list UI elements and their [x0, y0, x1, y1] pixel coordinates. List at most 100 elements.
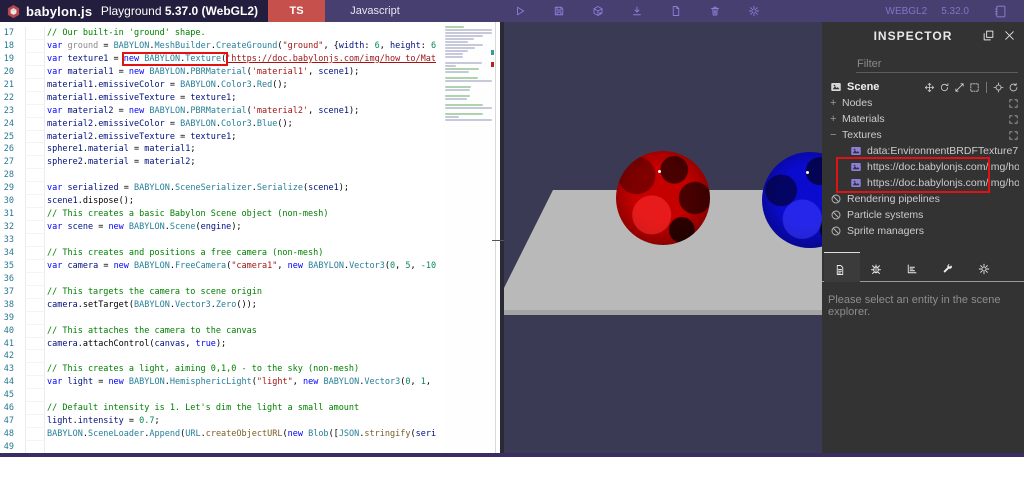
- bounds-icon[interactable]: [969, 82, 980, 93]
- fold-gutter[interactable]: [25, 91, 45, 105]
- tree-item-texture[interactable]: data:EnvironmentBRDFTexture7: [822, 143, 1024, 159]
- fold-gutter[interactable]: [25, 311, 45, 325]
- collapse-toggle-icon[interactable]: −: [830, 129, 842, 141]
- code-lines[interactable]: 17 // Our built-in 'ground' shape. 18 var g…: [0, 27, 443, 453]
- fold-gutter[interactable]: [25, 402, 45, 416]
- new-file-button[interactable]: [669, 2, 687, 20]
- scale-icon[interactable]: [954, 82, 965, 93]
- tree-item-particle-systems[interactable]: Particle systems: [822, 207, 1024, 223]
- editor-minimap[interactable]: [443, 22, 496, 453]
- fold-gutter[interactable]: [25, 221, 45, 234]
- filter-input[interactable]: [856, 56, 1018, 73]
- tree-group-materials[interactable]: + Materials: [822, 111, 1024, 127]
- code-line[interactable]: 17 // Our built-in 'ground' shape.: [0, 27, 443, 40]
- code-line[interactable]: 41 camera.attachControl(canvas, true);: [0, 337, 443, 351]
- code-line[interactable]: 18 var ground = BABYLON.MeshBuilder.Creat…: [0, 39, 443, 53]
- fold-gutter[interactable]: [25, 195, 45, 209]
- fold-gutter[interactable]: [25, 78, 45, 92]
- fold-gutter[interactable]: [25, 208, 45, 222]
- code-line[interactable]: 36: [0, 272, 443, 286]
- tree-item-rendering-pipelines[interactable]: Rendering pipelines: [822, 191, 1024, 207]
- tree-item-texture[interactable]: https://doc.babylonjs.com/img/ho...: [822, 175, 1024, 191]
- render-canvas[interactable]: [504, 22, 822, 453]
- fold-gutter[interactable]: [25, 259, 45, 273]
- code-line[interactable]: 42: [0, 350, 443, 364]
- fold-gutter[interactable]: [25, 298, 45, 312]
- code-line[interactable]: 29 var serialized = BABYLON.SceneSerializ…: [0, 182, 443, 196]
- code-line[interactable]: 26 sphere1.material = material1;: [0, 143, 443, 157]
- fold-gutter[interactable]: [25, 169, 45, 183]
- code-line[interactable]: 46 // Default intensity is 1. Let's dim t…: [0, 402, 443, 416]
- code-line[interactable]: 21 material1.emissiveColor = BABYLON.Colo…: [0, 78, 443, 92]
- code-line[interactable]: 32 var scene = new BABYLON.Scene(engine);: [0, 221, 443, 234]
- popup-icon[interactable]: [982, 29, 997, 44]
- code-line[interactable]: 45: [0, 389, 443, 403]
- code-line[interactable]: 43 // This creates a light, aiming 0,1,0 …: [0, 363, 443, 377]
- pick-icon[interactable]: [993, 82, 1004, 93]
- book-icon[interactable]: [993, 4, 1008, 19]
- download-button[interactable]: [630, 2, 648, 20]
- fold-gutter[interactable]: [25, 117, 45, 131]
- code-line[interactable]: 22 material1.emissiveTexture = texture1;: [0, 91, 443, 105]
- code-line[interactable]: 27 sphere2.material = material2;: [0, 156, 443, 170]
- tree-item-scene[interactable]: Scene: [822, 79, 1024, 95]
- fold-gutter[interactable]: [25, 104, 45, 118]
- fold-gutter[interactable]: [25, 130, 45, 144]
- code-line[interactable]: 33: [0, 234, 443, 247]
- fold-gutter[interactable]: [25, 65, 45, 79]
- tab-bug[interactable]: [860, 252, 896, 281]
- code-line[interactable]: 34 // This creates and positions a free c…: [0, 246, 443, 260]
- save-button[interactable]: [552, 2, 570, 20]
- fold-gutter[interactable]: [25, 428, 45, 441]
- code-line[interactable]: 20 var material1 = new BABYLON.PBRMateria…: [0, 65, 443, 79]
- code-line[interactable]: 47 light.intensity = 0.7;: [0, 415, 443, 429]
- expand-icon[interactable]: [1008, 98, 1019, 109]
- fold-gutter[interactable]: [25, 337, 45, 351]
- fold-gutter[interactable]: [25, 415, 45, 429]
- code-line[interactable]: 37 // This targets the camera to scene or…: [0, 285, 443, 299]
- fold-gutter[interactable]: [25, 376, 45, 390]
- move-icon[interactable]: [924, 82, 935, 93]
- fold-gutter[interactable]: [25, 156, 45, 170]
- close-icon[interactable]: [1003, 29, 1018, 44]
- code-line[interactable]: 38 camera.setTarget(BABYLON.Vector3.Zero(…: [0, 298, 443, 312]
- code-line[interactable]: 48 BABYLON.SceneLoader.Append(URL.createO…: [0, 428, 443, 441]
- fold-gutter[interactable]: [25, 39, 45, 53]
- code-line[interactable]: 23 var material2 = new BABYLON.PBRMateria…: [0, 104, 443, 118]
- fold-gutter[interactable]: [25, 182, 45, 196]
- code-line[interactable]: 28: [0, 169, 443, 183]
- logo-text[interactable]: babylon.js: [26, 4, 92, 19]
- tree-item-texture[interactable]: https://doc.babylonjs.com/img/ho...: [822, 159, 1024, 175]
- settings-button[interactable]: [747, 2, 765, 20]
- rotate-icon[interactable]: [939, 82, 950, 93]
- babylon-logo-icon[interactable]: [6, 4, 21, 19]
- fold-gutter[interactable]: [25, 350, 45, 364]
- code-line[interactable]: 24 material2.emissiveColor = BABYLON.Colo…: [0, 117, 443, 131]
- tree-group-nodes[interactable]: + Nodes: [822, 95, 1024, 111]
- expand-icon[interactable]: [1008, 114, 1019, 125]
- code-editor[interactable]: 17 // Our built-in 'ground' shape. 18 var g…: [0, 22, 500, 453]
- expand-toggle-icon[interactable]: +: [830, 113, 842, 125]
- tree-item-sprite-managers[interactable]: Sprite managers: [822, 223, 1024, 239]
- fold-gutter[interactable]: [25, 272, 45, 286]
- fold-gutter[interactable]: [25, 389, 45, 403]
- expand-icon[interactable]: [1008, 130, 1019, 141]
- code-line[interactable]: 25 material2.emissiveTexture = texture1;: [0, 130, 443, 144]
- fold-gutter[interactable]: [25, 234, 45, 247]
- code-line[interactable]: 31 // This creates a basic Babylon Scene …: [0, 208, 443, 222]
- code-line[interactable]: 49: [0, 441, 443, 453]
- code-line[interactable]: 35 var camera = new BABYLON.FreeCamera("c…: [0, 259, 443, 273]
- trash-button[interactable]: [708, 2, 726, 20]
- tab-stats[interactable]: [896, 252, 932, 281]
- code-line[interactable]: 30 scene1.dispose();: [0, 195, 443, 209]
- tree-group-textures[interactable]: − Textures: [822, 127, 1024, 143]
- fold-gutter[interactable]: [25, 143, 45, 157]
- language-dropdown[interactable]: Javascript: [325, 0, 425, 22]
- code-line[interactable]: 44 var light = new BABYLON.HemisphericLig…: [0, 376, 443, 390]
- code-line[interactable]: 40 // This attaches the camera to the can…: [0, 324, 443, 338]
- fold-gutter[interactable]: [25, 246, 45, 260]
- code-line[interactable]: 19 var texture1 = new BABYLON.Texture('ht…: [0, 51, 443, 66]
- tab-wrench[interactable]: [932, 252, 968, 281]
- fold-gutter[interactable]: [25, 324, 45, 338]
- fold-gutter[interactable]: [25, 27, 45, 40]
